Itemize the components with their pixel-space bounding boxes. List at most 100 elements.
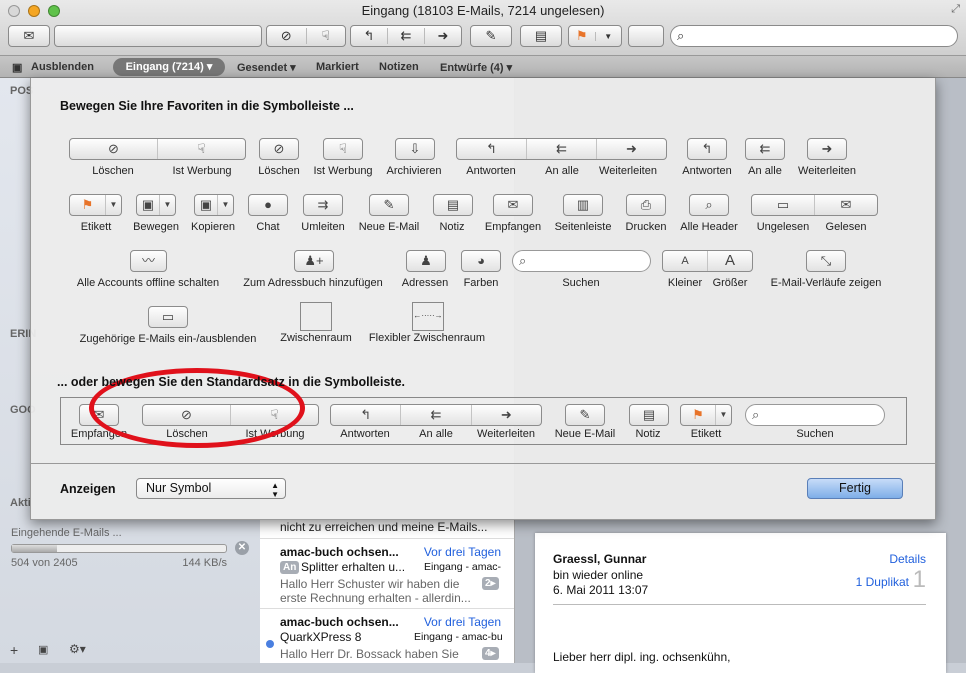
default-item-label: Antworten: [340, 428, 390, 440]
item-label: Drucken: [625, 221, 667, 233]
toolbar-item-redirect[interactable]: ⇉: [303, 194, 343, 216]
item-label: Zum Adressbuch hinzufügen: [243, 277, 383, 289]
forward-icon[interactable]: ➜: [424, 28, 461, 44]
title-bar: Eingang (18103 E-Mails, 7214 ungelesen) …: [0, 0, 966, 56]
toolbar-item-search-field[interactable]: ⌕: [512, 250, 651, 272]
search-icon: ⌕: [677, 28, 685, 43]
toolbar-item-flag[interactable]: ⚑ ▼: [680, 404, 732, 426]
item-label: Kleiner: [667, 277, 703, 289]
preview: erste Rechnung erhalten - allerdin...: [280, 591, 471, 605]
toolbar-item-threads[interactable]: ⤡: [806, 250, 846, 272]
toolbar-item-flag[interactable]: ⚑ ▼: [69, 194, 122, 216]
favorite-inbox[interactable]: Eingang (7214) ▾: [113, 58, 225, 76]
toolbar-item-contact[interactable]: ♟: [406, 250, 446, 272]
favorites-bar: ▣ Ausblenden Eingang (7214) ▾ Gesendet ▾…: [0, 56, 966, 78]
hide-mailboxes-icon[interactable]: ▣: [12, 61, 22, 74]
list-item[interactable]: amac-buch ochsen... Vor drei Tagen An Sp…: [260, 539, 514, 607]
toolbar-item-palette[interactable]: ◕: [461, 250, 501, 272]
toolbar-item-move-folder[interactable]: ▣ ▼: [136, 194, 176, 216]
chevron-down-icon: ▼: [594, 31, 622, 41]
item-label: Suchen: [562, 277, 600, 289]
toolbar-item-delete[interactable]: ⊘ ☟: [69, 138, 246, 160]
done-button[interactable]: Fertig: [807, 478, 903, 499]
activity-heading: Akti: [10, 497, 31, 509]
toolbar-item-reply[interactable]: ↰ ⇇ ➜: [456, 138, 667, 160]
toolbar-item-unread[interactable]: ▭ ✉: [751, 194, 878, 216]
toolbar-item-mail[interactable]: ✉: [493, 194, 533, 216]
flag-icon: ⚑: [692, 407, 704, 422]
toolbar-item-copy-folder[interactable]: ▣ ▼: [194, 194, 234, 216]
reply-icon: ↰: [360, 407, 372, 422]
toolbar-item-smaller-font[interactable]: AA: [662, 250, 753, 272]
favorite-sent[interactable]: Gesendet ▾: [237, 61, 296, 74]
duplicate-link[interactable]: 1 Duplikat: [856, 575, 909, 589]
toolbar-item-offline[interactable]: 〰: [130, 250, 167, 272]
flag-button[interactable]: ⚑ ▼: [568, 25, 622, 47]
date: Vor drei Tagen: [423, 545, 501, 559]
toolbar-item-forward[interactable]: ➜: [807, 138, 847, 160]
toolbar-item-related-mails[interactable]: ▭: [148, 306, 188, 328]
toolbar-item-space[interactable]: [300, 302, 332, 331]
print-icon: ⎙: [640, 197, 652, 212]
fullscreen-icon[interactable]: ⤢: [951, 3, 960, 16]
delete-junk-group[interactable]: ⊘ ☟: [266, 25, 346, 47]
toolbar-item-sidebar[interactable]: ▥: [563, 194, 603, 216]
toolbar-item-add-contact[interactable]: ♟+: [294, 250, 334, 272]
show-select[interactable]: Nur Symbol ▲ ▼: [136, 478, 286, 499]
favorite-flagged[interactable]: Markiert: [316, 61, 359, 73]
default-item-label: Neue E-Mail: [554, 428, 616, 440]
hide-mailboxes-button[interactable]: Ausblenden: [31, 61, 94, 73]
toolbar-item-reply[interactable]: ↰ ⇇ ➜: [330, 404, 542, 426]
stop-activity-button[interactable]: ✕: [235, 541, 249, 555]
delete-icon[interactable]: ⊘: [267, 28, 306, 44]
toolbar-item-new-message[interactable]: ✎: [369, 194, 409, 216]
favorite-drafts[interactable]: Entwürfe (4) ▾: [440, 61, 512, 74]
item-label: Alle Header: [680, 221, 738, 233]
offline-icon: 〰: [141, 253, 155, 268]
toolbar-item-junk[interactable]: ☟: [323, 138, 363, 160]
thread-count[interactable]: 4▸: [482, 647, 499, 660]
add-mailbox-button[interactable]: +: [10, 642, 18, 658]
toolbar-item-note[interactable]: ▤: [433, 194, 473, 216]
item-label: Löschen: [92, 165, 134, 177]
toolbar-item-note[interactable]: ▤: [629, 404, 669, 426]
toolbar-item-chat[interactable]: ●: [248, 194, 288, 216]
reply-group[interactable]: ↰ ⇇ ➜: [350, 25, 462, 47]
favorite-notes[interactable]: Notizen: [379, 61, 419, 73]
toolbar-item-reply[interactable]: ↰: [687, 138, 727, 160]
details-link[interactable]: Details: [889, 552, 926, 566]
toolbar-item-search-field[interactable]: ⌕: [745, 404, 885, 426]
contact-icon: ♟: [420, 253, 432, 268]
item-label: Ist Werbung: [313, 165, 373, 177]
reply-icon[interactable]: ↰: [351, 28, 387, 44]
get-mail-button[interactable]: ✉: [8, 25, 50, 47]
reply-all-icon[interactable]: ⇇: [387, 28, 424, 44]
new-message-button[interactable]: ✎: [470, 25, 512, 47]
show-hide-icon[interactable]: ▣: [38, 643, 48, 656]
junk-icon[interactable]: ☟: [305, 28, 346, 44]
reply-all-icon: ⇇: [400, 405, 470, 425]
item-label: Etikett: [80, 221, 112, 233]
mailbox: Eingang - amac-: [424, 561, 502, 573]
toolbar-item-new-message[interactable]: ✎: [565, 404, 605, 426]
message-card: Graessl, Gunnar bin wieder online 6. Mai…: [535, 533, 946, 673]
list-item[interactable]: amac-buch ochsen... Vor drei Tagen Quark…: [260, 609, 514, 669]
toolbar-item-archive[interactable]: ⇩: [395, 138, 435, 160]
sidebar-icon: ▥: [576, 197, 590, 212]
item-label: An alle: [748, 165, 782, 177]
note-button[interactable]: ▤: [520, 25, 562, 47]
toolbar-item-delete[interactable]: ⊘: [259, 138, 299, 160]
redirect-icon: ⇉: [317, 197, 329, 212]
show-select-value: Nur Symbol: [146, 481, 212, 495]
gear-icon[interactable]: ⚙▾: [69, 642, 86, 656]
move-folder-icon: ▣: [141, 197, 155, 212]
toolbar-item-reply-all[interactable]: ⇇: [745, 138, 785, 160]
search-input[interactable]: ⌕: [670, 25, 958, 47]
flag-icon: ⚑: [575, 28, 588, 43]
toolbar-item-flexible-space[interactable]: ←·····→: [412, 302, 444, 331]
item-label: An alle: [545, 165, 579, 177]
toolbar-item-headers[interactable]: ⌕: [689, 194, 729, 216]
toolbar-item-print[interactable]: ⎙: [626, 194, 666, 216]
chevron-down-icon: ▼: [217, 195, 233, 215]
thread-count[interactable]: 2▸: [482, 577, 499, 590]
